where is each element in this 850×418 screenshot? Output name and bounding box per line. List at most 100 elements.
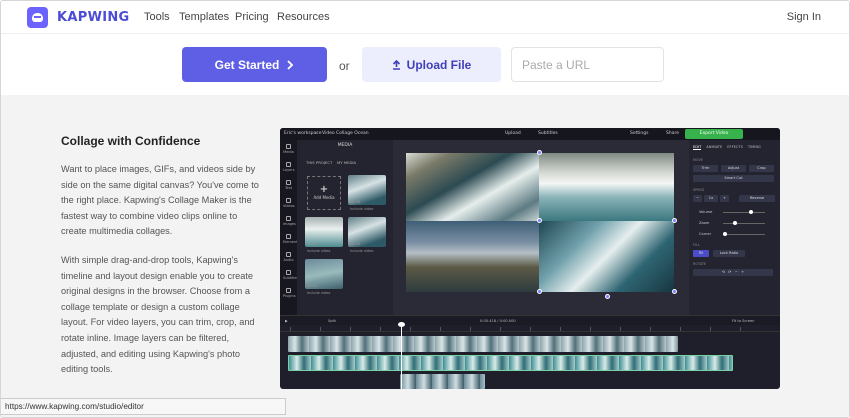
media-panel: MEDIA THIS PROJECT MY MEDIA + Add Media 0… [297,140,393,315]
cta-bar: Get Started or Upload File [1,35,849,95]
editor-canvas [393,140,689,315]
rotate-controls: ⟲ ⟳ − + [693,269,773,276]
upload-file-button[interactable]: Upload File [362,47,501,82]
plus-icon: + [319,184,329,195]
rail-subtitles: Subtitles [283,270,298,284]
playhead [398,322,405,389]
tab-effects: EFFECTS [727,145,743,149]
rotate-label: ROTATE [693,262,707,266]
thumb-time-2: 00:20 [307,242,318,246]
upload-file-label: Upload File [406,57,472,72]
nav-link-tools[interactable]: Tools [144,11,170,23]
plugins-icon [286,288,291,293]
zoom-label: Zoom [699,221,710,225]
editor-preview: Eric's workspace › Video Collage Ocean U… [280,128,780,389]
resize-handle [672,289,677,294]
nav-link-resources[interactable]: Resources [277,11,330,23]
fit-to-screen-button: Fit to Screen [732,319,755,323]
editor-upload: Upload [505,131,521,136]
or-separator: or [339,59,350,73]
upload-icon [392,59,400,70]
editor-topbar: Eric's workspace › Video Collage Ocean U… [280,128,780,140]
rail-media: Media [283,144,294,158]
browser-frame: KAPWING Tools Templates Pricing Resource… [0,0,850,418]
collage-clip-waterfall [539,153,674,221]
project-name: Video Collage Ocean [322,131,369,136]
resize-handle [672,218,677,223]
thumb-label-2: Include video [307,249,331,253]
nav-link-pricing[interactable]: Pricing [235,11,269,23]
rail-audio: Audio [283,252,294,266]
volume-slider [723,210,765,214]
edit-panel: EDIT ANIMATE EFFECTS TIMING MOVE Trim Adjus… [689,140,780,315]
rotate-handle [605,294,610,299]
media-icon [286,144,291,149]
collage-clip-waves [406,153,539,221]
thumb-time-3: 00:40 [350,242,361,246]
sign-in-link[interactable]: Sign In [787,11,821,23]
edit-panel-tabs: EDIT ANIMATE EFFECTS TIMING [693,145,779,150]
collage-clip-cliffs [406,221,539,292]
fill-button: Fill [693,250,709,257]
thumb-label-1: Include video [350,207,374,211]
media-tab-project: THIS PROJECT [306,160,333,165]
tab-edit: EDIT [693,145,702,150]
add-media-tile: + Add Media [307,176,341,210]
lock-ratio-toggle: Lock Ratio [713,250,745,257]
rail-images: Images [283,216,296,230]
workspace-separator: › [316,131,318,136]
move-label: MOVE [693,158,703,162]
section-paragraph-2: With simple drag-and-drop tools, Kapwing… [61,255,255,375]
thumb-time-4: 00:33 [307,284,318,288]
tab-animate: ANIMATE [706,145,723,149]
editor-settings: Settings [630,131,649,136]
get-started-button[interactable]: Get Started [182,47,327,82]
timeline-track-3 [400,374,485,389]
speed-minus: − [693,195,702,202]
resize-handle [537,218,542,223]
rail-elements: Elements [283,234,299,248]
timeline-ruler [280,325,780,332]
speed-value: 1x [704,195,718,202]
export-video-button: Export Video [685,129,743,139]
get-started-label: Get Started [214,57,280,72]
feature-section: Collage with Confidence Want to place im… [1,95,849,417]
section-paragraph-1: Want to place images, GIFs, and videos s… [61,164,259,237]
resize-handle [537,289,542,294]
elements-icon [286,234,291,239]
corner-label: Corner [699,232,712,236]
editor-subtitles: Subtitles [538,131,558,136]
thumb-time-1: 00:38 [350,200,361,204]
fill-label: FILL [693,243,700,247]
trim-button: Trim [693,165,718,172]
paste-url-input[interactable] [511,47,664,82]
browser-status-bar: https://www.kapwing.com/studio/editor [1,398,286,415]
kapwing-logo-icon[interactable] [27,7,48,28]
tab-timing: TIMING [747,145,761,149]
audio-icon [286,252,291,257]
crop-button: Crop [749,165,774,172]
video-icon [286,198,291,203]
subtitles-icon [286,270,291,275]
thumb-label-3: Include video [350,249,374,253]
layers-icon [286,162,291,167]
brand-name[interactable]: KAPWING [57,10,130,25]
timeline-track-2 [288,355,733,371]
rail-text: Text [283,180,294,194]
playback-bar: ▶ Split 0:00.418 / 0:00.000 Fit to Scree… [280,315,780,325]
section-heading: Collage with Confidence [61,134,201,148]
rail-videos: Videos [283,198,295,212]
corner-slider [723,232,765,236]
smart-cut-button: Smart Cut [693,175,774,182]
reverse-toggle: Reverse [739,195,775,202]
speed-label: SPEED [693,188,705,192]
nav-link-templates[interactable]: Templates [179,11,229,23]
image-icon [286,216,291,221]
collage-clip-surf [539,221,674,292]
media-panel-title: MEDIA [337,143,353,148]
rail-layers: Layers [283,162,295,176]
thumb-label-4: Include video [307,291,331,295]
play-icon: ▶ [285,319,288,323]
volume-label: Volume [699,210,713,214]
adjust-button: Adjust [721,165,746,172]
